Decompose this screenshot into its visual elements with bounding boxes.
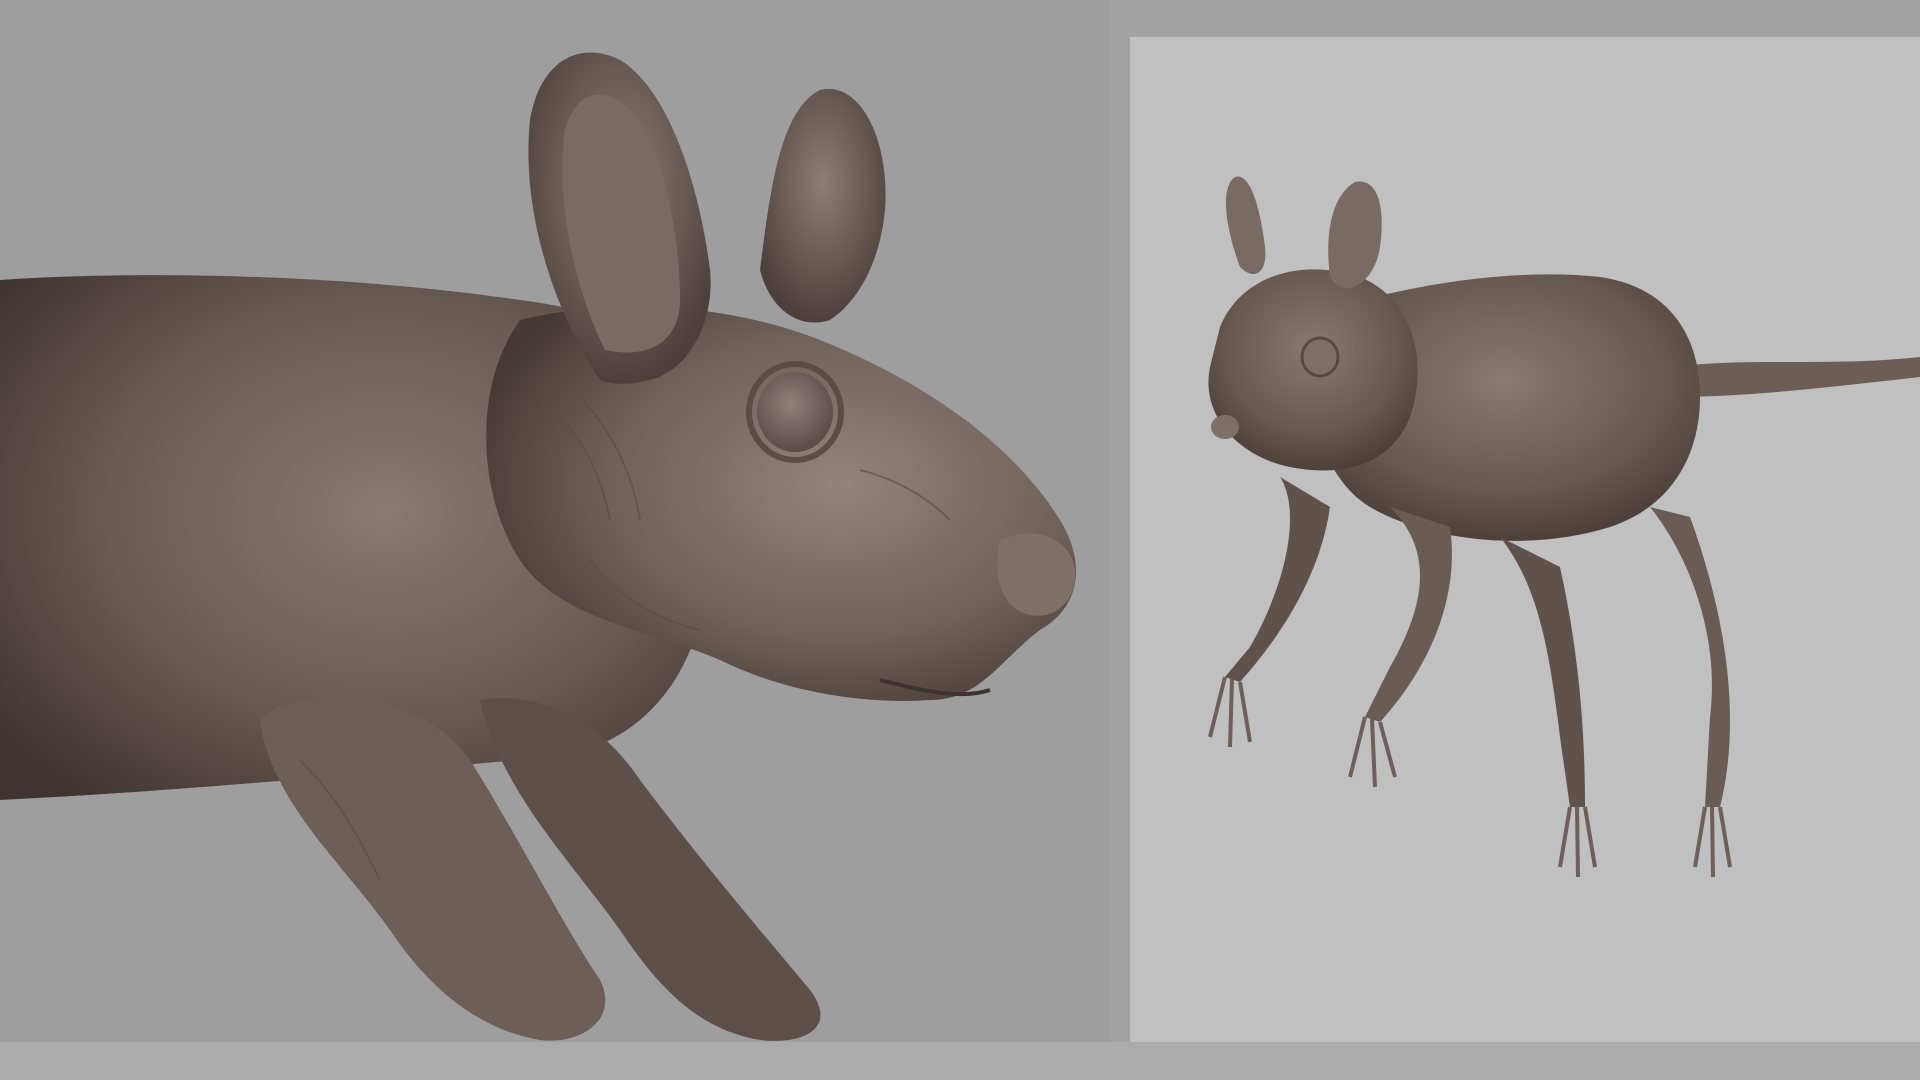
front-leg-left xyxy=(1225,477,1330,682)
eye xyxy=(757,372,833,452)
closeup-sculpt-image xyxy=(0,52,1077,1041)
front-leg-right xyxy=(1365,507,1452,722)
nose xyxy=(1211,415,1239,439)
claws xyxy=(1208,676,1732,878)
right-ear xyxy=(1328,181,1382,289)
far-ear xyxy=(760,88,886,323)
hind-leg-left xyxy=(1500,537,1585,807)
bottom-frame-strip xyxy=(0,1042,1920,1080)
tail xyxy=(1670,357,1920,397)
hind-leg-right xyxy=(1650,507,1730,807)
closeup-view-panel xyxy=(0,0,1110,1080)
full-body-view-panel xyxy=(1130,37,1920,1042)
full-body-sculpt-image xyxy=(1208,176,1920,878)
eye xyxy=(1300,336,1340,378)
left-ear xyxy=(1225,176,1266,275)
